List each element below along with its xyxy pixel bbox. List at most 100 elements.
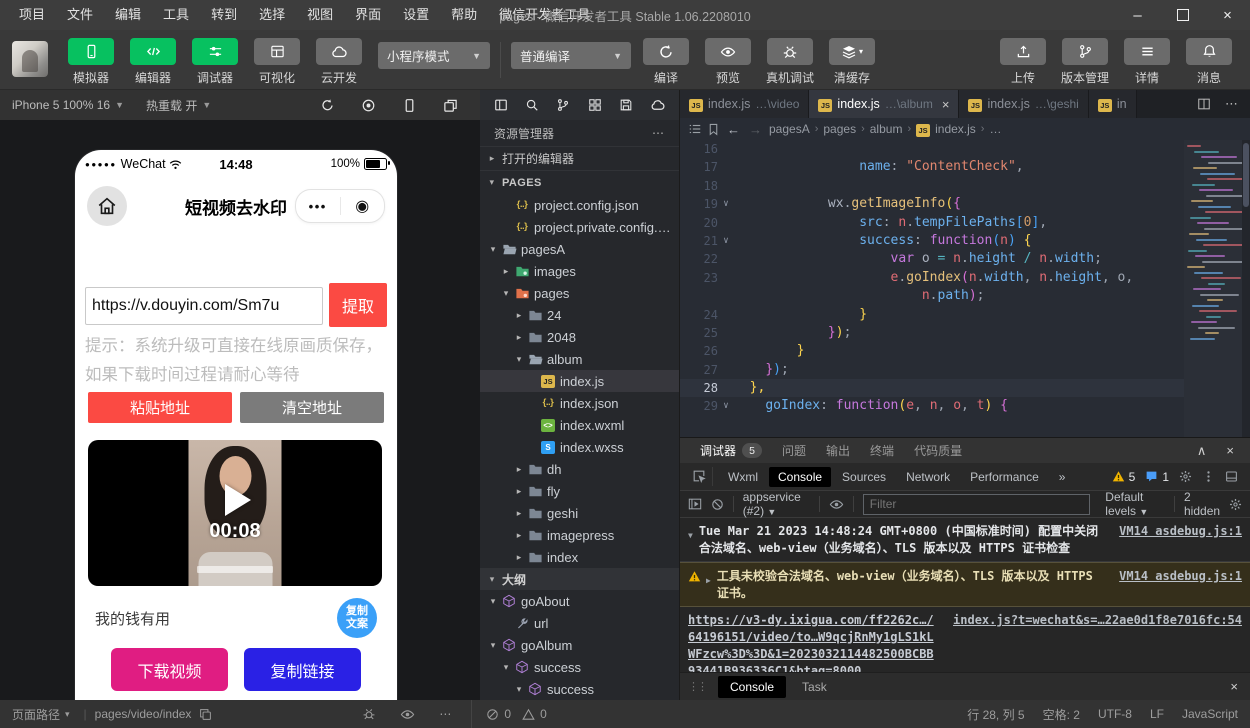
详情-button[interactable]: 详情 <box>1116 38 1178 86</box>
open-editors-section[interactable]: ▸ 打开的编辑器 <box>480 146 679 170</box>
bug-icon[interactable] <box>362 707 376 721</box>
more-actions-icon[interactable]: ⋯ <box>652 126 665 140</box>
file-item-fly[interactable]: ▸fly <box>480 480 679 502</box>
file-item-index.json[interactable]: {..}index.json <box>480 392 679 414</box>
清缓存-button[interactable]: ▾清缓存 <box>821 38 883 86</box>
outline-section[interactable]: ▾大纲 <box>480 568 679 590</box>
close-debugger-icon[interactable]: × <box>1226 443 1234 459</box>
compile-mode-dropdown[interactable]: 普通编译 ▼ <box>511 42 631 69</box>
file-item-index.wxss[interactable]: Sindex.wxss <box>480 436 679 458</box>
code-editor[interactable]: 1617 name: "ContentCheck",1819∨ wx.getIm… <box>680 140 1250 437</box>
breadcrumb-item[interactable]: album <box>870 122 903 136</box>
search-icon[interactable] <box>525 98 539 112</box>
log-link[interactable]: https://v3-dy.ixigua.com/ff2262c…/641961… <box>688 612 939 672</box>
more-icon[interactable]: ⋯ <box>439 707 451 721</box>
log-source-link[interactable]: VM14 asdebug.js:1 <box>1119 568 1242 585</box>
editor-tab-geshi[interactable]: JSindex.js…\geshi <box>959 90 1088 118</box>
close-panel-icon[interactable]: × <box>1230 679 1242 694</box>
outline-item-success[interactable]: ▾success <box>480 656 679 678</box>
file-item-project.private.config.[interactable]: {..}project.private.config.… <box>480 216 679 238</box>
调试器-button[interactable]: 调试器 <box>184 38 246 86</box>
menu-item[interactable]: 帮助 <box>440 0 488 30</box>
clear-url-button[interactable]: 清空地址 <box>240 392 384 423</box>
kebab-icon[interactable] <box>1202 470 1215 483</box>
device-selector[interactable]: iPhone 5 100% 16 <box>12 98 110 112</box>
close-tab-icon[interactable]: × <box>942 97 950 112</box>
预览-button[interactable]: 预览 <box>697 38 759 86</box>
file-item-geshi[interactable]: ▸geshi <box>480 502 679 524</box>
file-item-24[interactable]: ▸24 <box>480 304 679 326</box>
panel-tab-问题[interactable]: 问题 <box>772 438 816 463</box>
breadcrumb-item[interactable]: pages <box>823 122 856 136</box>
devtools-tab-wxml[interactable]: Wxml <box>719 467 767 487</box>
record-icon[interactable] <box>361 98 376 113</box>
console-settings-gear-icon[interactable] <box>1229 498 1242 511</box>
drag-handle-icon[interactable]: ⋮⋮ <box>688 680 706 693</box>
context-dropdown[interactable]: appservice (#2) ▼ <box>743 490 811 518</box>
outline-item-url[interactable]: url <box>480 612 679 634</box>
eye-icon[interactable] <box>400 707 415 722</box>
crumb-list-icon[interactable] <box>688 122 702 136</box>
file-item-project.config.json[interactable]: {..}project.config.json <box>480 194 679 216</box>
menu-item[interactable]: 界面 <box>344 0 392 30</box>
gear-icon[interactable] <box>1179 470 1192 483</box>
copy-link-button[interactable]: 复制链接 <box>244 648 361 691</box>
status-item[interactable]: JavaScript <box>1182 707 1238 721</box>
breadcrumb-item[interactable]: index.js <box>935 122 976 136</box>
close-icon[interactable]: × <box>1205 0 1250 30</box>
devtools-tab-network[interactable]: Network <box>897 467 959 487</box>
outline-item-goAbout[interactable]: ▾goAbout <box>480 590 679 612</box>
消息-button[interactable]: 消息 <box>1178 38 1240 86</box>
editor-tab-album[interactable]: JSindex.js…\album× <box>809 90 959 118</box>
status-item[interactable]: 行 28, 列 5 <box>967 706 1024 723</box>
rotate-icon[interactable] <box>320 98 335 113</box>
more-tabs-icon[interactable]: » <box>1050 467 1075 487</box>
panel-tab-终端[interactable]: 终端 <box>860 438 904 463</box>
forward-arrow-icon[interactable]: → <box>749 122 762 137</box>
minimap[interactable] <box>1184 140 1242 437</box>
file-item-imagepress[interactable]: ▸imagepress <box>480 524 679 546</box>
home-button[interactable] <box>87 186 127 226</box>
breadcrumb-item[interactable]: … <box>989 122 1001 136</box>
more-dots-button[interactable]: ••• <box>296 199 340 214</box>
status-item[interactable]: UTF-8 <box>1098 707 1132 721</box>
file-item-index.js[interactable]: JSindex.js <box>480 370 679 392</box>
可视化-button[interactable]: 可视化 <box>246 38 308 86</box>
menu-item[interactable]: 编辑 <box>104 0 152 30</box>
log-source-link[interactable]: VM14 asdebug.js:1 <box>1119 523 1242 540</box>
save-icon[interactable] <box>619 98 633 112</box>
page-path-selector[interactable]: 页面路径 <box>12 706 60 723</box>
cascade-icon[interactable] <box>443 98 458 113</box>
warnings-counter[interactable]: 5 <box>1112 470 1136 484</box>
issues-counter[interactable]: 1 <box>1145 470 1169 484</box>
hot-reload-toggle[interactable]: 热重载 开 <box>146 97 197 114</box>
avatar[interactable] <box>12 41 48 77</box>
breadcrumb-item[interactable]: pagesA <box>769 122 810 136</box>
log-levels-dropdown[interactable]: Default levels ▼ <box>1105 490 1165 518</box>
panel-tab-调试器[interactable]: 调试器5 <box>690 438 772 463</box>
live-expression-eye-icon[interactable] <box>829 497 844 512</box>
project-section[interactable]: ▾ PAGES <box>480 170 679 194</box>
download-video-button[interactable]: 下载视频 <box>111 648 228 691</box>
file-item-album[interactable]: ▾album <box>480 348 679 370</box>
exit-target-button[interactable]: ◉ <box>341 196 385 216</box>
copy-path-icon[interactable] <box>199 708 212 721</box>
outline-item-goAlbum[interactable]: ▾goAlbum <box>480 634 679 656</box>
minimize-icon[interactable]: – <box>1115 0 1160 30</box>
editor-tab-[interactable]: JSin <box>1089 90 1137 118</box>
panel-tab-代码质量[interactable]: 代码质量 <box>904 438 972 463</box>
panel-tab-输出[interactable]: 输出 <box>816 438 860 463</box>
menu-item[interactable]: 文件 <box>56 0 104 30</box>
outline-item-success[interactable]: ▾success <box>480 678 679 700</box>
file-item-index.wxml[interactable]: <>index.wxml <box>480 414 679 436</box>
maximize-icon[interactable] <box>1160 0 1205 30</box>
play-icon[interactable] <box>225 484 251 516</box>
expand-caret-icon[interactable]: ▶ <box>706 572 711 589</box>
grid-icon[interactable] <box>588 98 602 112</box>
menu-item[interactable]: 设置 <box>392 0 440 30</box>
video-url-input[interactable] <box>85 287 323 325</box>
上传-button[interactable]: 上传 <box>992 38 1054 86</box>
collapse-panel-icon[interactable]: ∧ <box>1197 443 1207 459</box>
bookmark-icon[interactable] <box>707 123 720 136</box>
file-item-pagesA[interactable]: ▾pagesA <box>480 238 679 260</box>
